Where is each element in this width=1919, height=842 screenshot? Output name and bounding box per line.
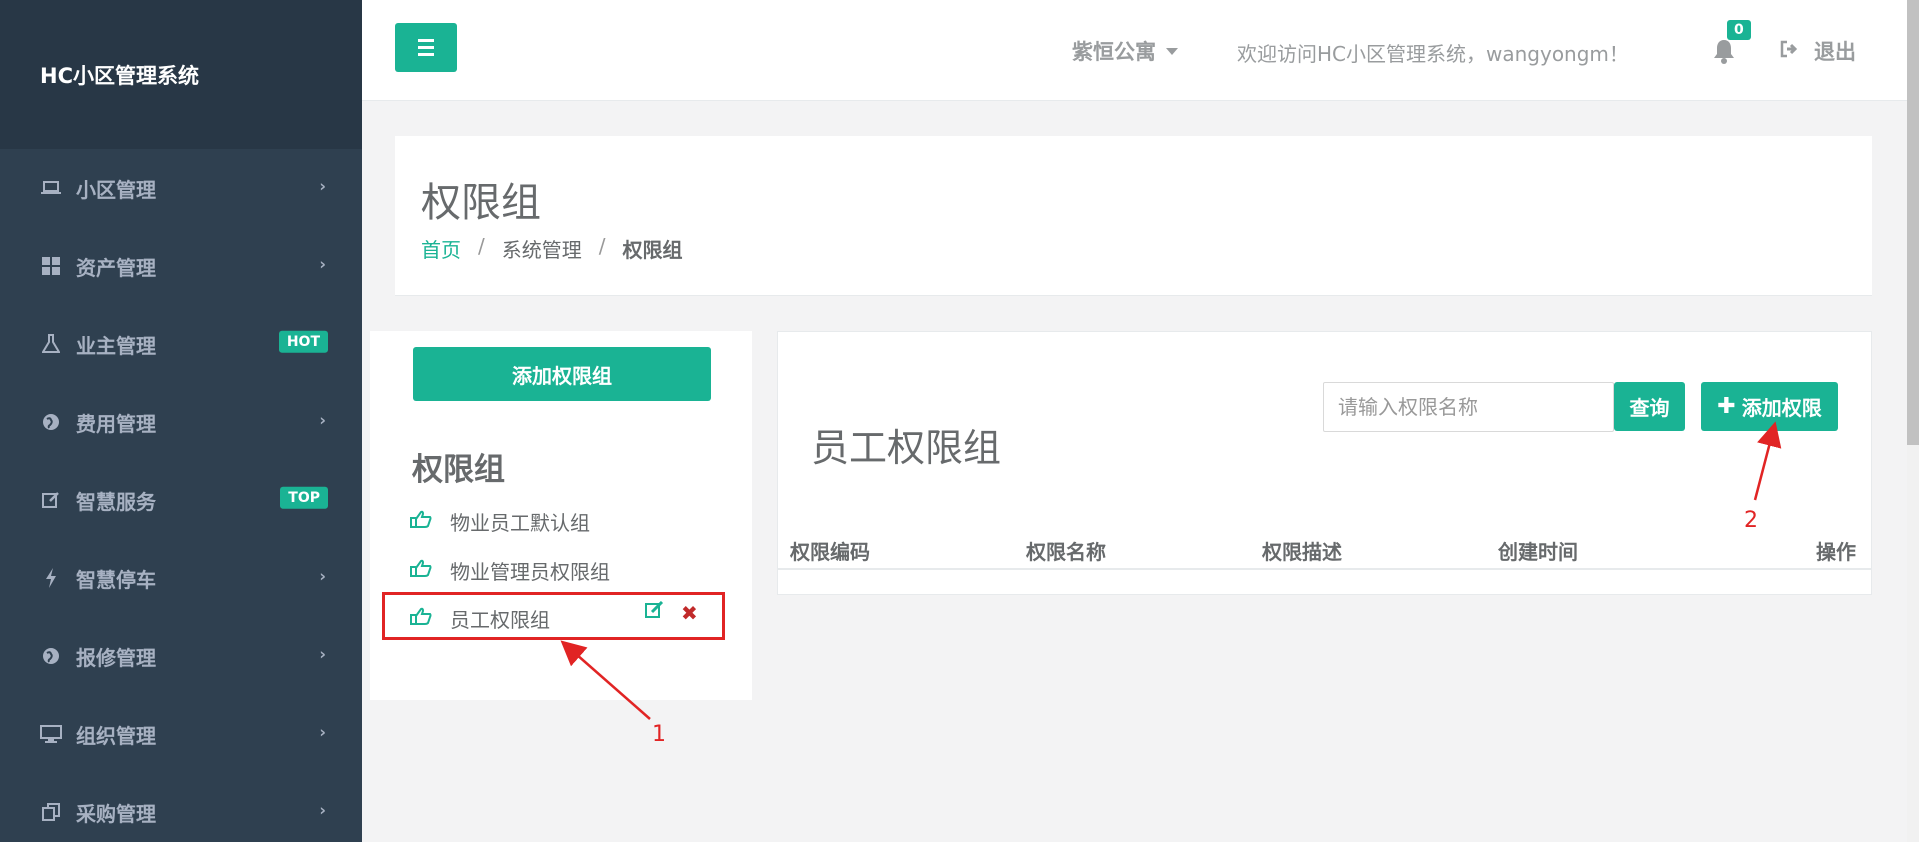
grid-icon: [40, 255, 62, 277]
bolt-icon: [40, 567, 62, 589]
breadcrumb-home-link[interactable]: 首页: [421, 234, 461, 263]
permission-group-title: 权限组: [412, 452, 505, 488]
globe-icon: [40, 645, 62, 667]
permission-search-input[interactable]: [1323, 382, 1614, 432]
panel-title: 员工权限组: [811, 426, 1002, 470]
breadcrumb: 首页 / 系统管理 / 权限组: [421, 234, 683, 263]
table-header: 权限编码 权限名称 权限描述 创建时间 操作: [778, 524, 1871, 570]
permission-group-panel: 添加权限组 权限组 物业员工默认组 物业管理员权限组 员工权限组 ✖: [370, 331, 752, 700]
sidebar-item-label: 小区管理: [76, 177, 156, 202]
page-title: 权限组: [421, 180, 541, 226]
column-header: 权限描述: [1262, 540, 1342, 564]
top-badge: TOP: [280, 486, 328, 509]
hamburger-icon: [418, 37, 434, 58]
page-heading: 权限组 首页 / 系统管理 / 权限组: [395, 136, 1872, 296]
sidebar-item-repair[interactable]: 报修管理 ›: [0, 617, 362, 695]
annotation-label-1: 1: [652, 722, 666, 747]
chevron-right-icon: ›: [319, 566, 326, 586]
hand-pointer-icon: [410, 509, 432, 533]
desktop-icon: [40, 723, 62, 745]
sidebar-item-label: 报修管理: [76, 645, 156, 670]
caret-down-icon: [1166, 47, 1178, 55]
sidebar-item-organization[interactable]: 组织管理 ›: [0, 695, 362, 773]
chevron-right-icon: ›: [319, 800, 326, 820]
list-item-group[interactable]: 物业管理员权限组: [410, 555, 610, 585]
sidebar-item-label: 智慧停车: [76, 567, 156, 592]
bell-icon[interactable]: [1712, 38, 1736, 64]
selected-group-highlight: [382, 592, 725, 640]
sidebar-item-owners[interactable]: 业主管理 HOT: [0, 305, 362, 383]
add-permission-group-button[interactable]: 添加权限组: [413, 347, 711, 401]
breadcrumb-separator: /: [478, 234, 485, 258]
copy-icon: [40, 801, 62, 823]
sidebar-item-community[interactable]: 小区管理 ›: [0, 149, 362, 227]
hand-pointer-icon: [410, 558, 432, 582]
column-header: 权限编码: [790, 540, 870, 564]
sidebar-item-fees[interactable]: 费用管理 ›: [0, 383, 362, 461]
flask-icon: [40, 333, 62, 355]
logout-link[interactable]: 退出: [1780, 36, 1856, 66]
sidebar-item-assets[interactable]: 资产管理 ›: [0, 227, 362, 305]
sign-out-icon: [1780, 39, 1800, 63]
laptop-icon: [40, 177, 62, 199]
group-name: 物业管理员权限组: [450, 559, 610, 584]
plus-icon: ✚: [1717, 394, 1736, 419]
globe-icon: [40, 411, 62, 433]
top-navbar: 紫恒公寓 欢迎访问HC小区管理系统，wangyongm！ 0 退出: [362, 0, 1907, 101]
notification-count-badge: 0: [1727, 20, 1751, 40]
edit-icon: [40, 489, 62, 511]
annotation-label-2: 2: [1744, 508, 1758, 533]
breadcrumb-parent: 系统管理: [501, 238, 582, 262]
sidebar-item-label: 业主管理: [76, 333, 156, 358]
brand-title: HC小区管理系统: [0, 0, 362, 149]
column-header: 创建时间: [1498, 540, 1578, 564]
chevron-right-icon: ›: [319, 644, 326, 664]
menu-toggle-button[interactable]: [395, 23, 457, 72]
edit-icon[interactable]: [645, 600, 665, 623]
add-permission-label: 添加权限: [1741, 396, 1822, 420]
welcome-message: 欢迎访问HC小区管理系统，wangyongm！: [1237, 42, 1629, 66]
breadcrumb-current: 权限组: [622, 238, 683, 262]
query-button[interactable]: 查询: [1614, 382, 1685, 431]
group-name: 物业员工默认组: [450, 510, 590, 535]
sidebar-item-label: 组织管理: [76, 723, 156, 748]
sidebar-item-label: 智慧服务: [76, 489, 156, 514]
breadcrumb-separator: /: [598, 234, 606, 258]
chevron-right-icon: ›: [319, 410, 326, 430]
sidebar-item-label: 费用管理: [76, 411, 156, 436]
logout-label: 退出: [1814, 40, 1856, 64]
permission-list-panel: 员工权限组 查询 ✚ 添加权限 权限编码 权限名称 权限描述 创建时间 操作: [777, 331, 1872, 595]
community-name: 紫恒公寓: [1072, 40, 1156, 64]
column-header: 操作: [1816, 540, 1856, 564]
page-scrollbar-thumb[interactable]: [1907, 0, 1919, 445]
sidebar-item-smart-service[interactable]: 智慧服务 TOP: [0, 461, 362, 539]
list-item-group[interactable]: 物业员工默认组: [410, 506, 590, 536]
chevron-right-icon: ›: [319, 176, 326, 196]
add-permission-button[interactable]: ✚ 添加权限: [1701, 382, 1838, 431]
delete-icon[interactable]: ✖: [681, 601, 698, 625]
sidebar-item-label: 采购管理: [76, 801, 156, 826]
community-dropdown[interactable]: 紫恒公寓: [1072, 36, 1178, 66]
chevron-right-icon: ›: [319, 722, 326, 742]
sidebar: HC小区管理系统 小区管理 › 资产管理 › 业主管理 HOT 费用管理 › 智…: [0, 0, 362, 842]
chevron-right-icon: ›: [319, 254, 326, 274]
hot-badge: HOT: [278, 330, 328, 353]
sidebar-item-label: 资产管理: [76, 255, 156, 280]
sidebar-item-parking[interactable]: 智慧停车 ›: [0, 539, 362, 617]
sidebar-item-purchase[interactable]: 采购管理 ›: [0, 773, 362, 842]
column-header: 权限名称: [1026, 540, 1106, 564]
